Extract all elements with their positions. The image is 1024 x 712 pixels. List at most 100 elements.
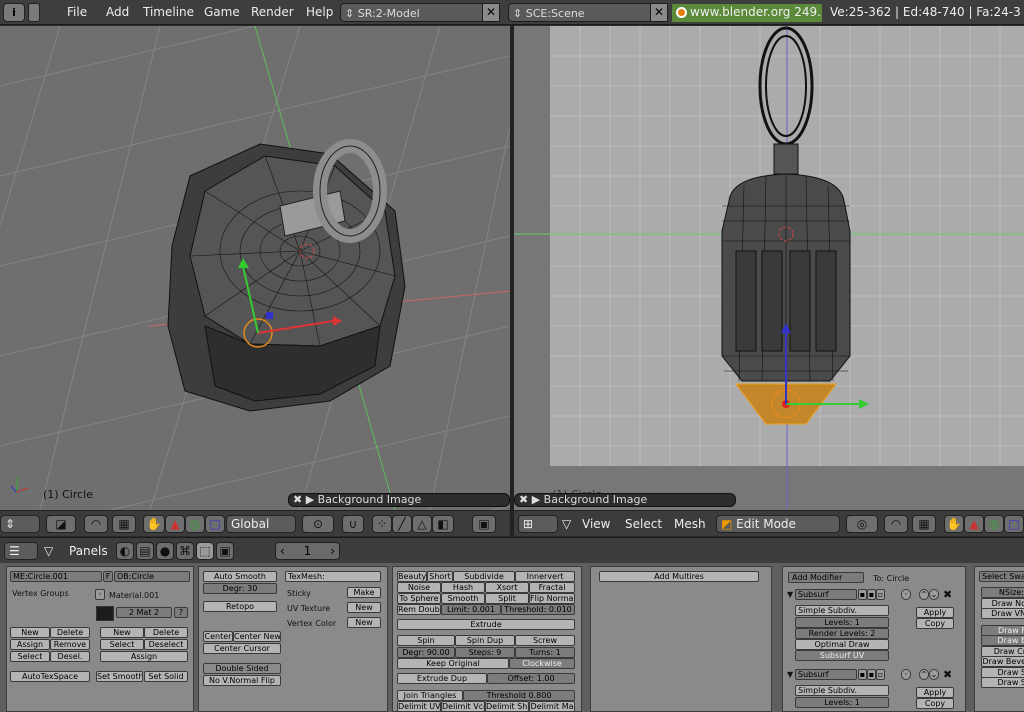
modifier1-name-field[interactable]: Subsurf — [795, 589, 857, 600]
modifier1-render-icon[interactable]: ▪ — [858, 589, 867, 600]
set-solid-button[interactable]: Set Solid — [144, 671, 188, 682]
proportional-edit-icon-2[interactable]: ◠ — [884, 515, 908, 533]
close-scene-icon[interactable]: ✕ — [650, 3, 668, 22]
modifier2-levels-field[interactable]: Levels: 1 — [795, 697, 889, 708]
center-cursor-button[interactable]: Center Cursor — [203, 643, 281, 654]
tool-flip-normal[interactable]: Flip Normal — [529, 593, 575, 604]
retopo-button[interactable]: Retopo — [203, 601, 277, 612]
extrude-dup-button[interactable]: Extrude Dup — [397, 673, 487, 684]
mat-deselect-button[interactable]: Deselect — [144, 639, 188, 650]
right-editor-type-select[interactable]: ⊞ — [518, 515, 558, 533]
add-modifier-menu[interactable]: Add Modifier — [788, 572, 864, 583]
draw-type-icon[interactable]: ◎ — [846, 515, 878, 533]
fake-user-button[interactable]: F — [103, 571, 113, 582]
menu-view[interactable]: View — [582, 517, 610, 531]
modifier1-up-icon[interactable]: ⌃ — [919, 589, 929, 600]
tool-hash[interactable]: Hash — [441, 582, 485, 593]
mat-select-button[interactable]: Select — [100, 639, 144, 650]
modifier1-optimal-draw-toggle[interactable]: Optimal Draw — [795, 639, 889, 650]
left-editor-type-select[interactable]: ⇕ — [0, 515, 40, 533]
screw-turns-field[interactable]: Turns: 1 — [515, 647, 575, 658]
object-name-field[interactable]: OB:Circle — [114, 571, 190, 582]
tool-fractal[interactable]: Fractal — [529, 582, 575, 593]
mesh-name-field[interactable]: ME:Circle.001 — [10, 571, 102, 582]
vgroup-assign-button[interactable]: Assign — [10, 639, 50, 650]
occlude-icon[interactable]: ◧ — [432, 515, 454, 533]
hand-manipulator-icon[interactable]: ✋ — [143, 515, 165, 533]
threshold-field[interactable]: Threshold: 0.010 — [501, 604, 575, 615]
no-vnormal-flip-toggle[interactable]: No V.Normal Flip — [203, 675, 281, 686]
tool-subdivide[interactable]: Subdivide — [453, 571, 515, 582]
extrude-button[interactable]: Extrude — [397, 619, 575, 630]
frame-prev-icon[interactable]: ‹ — [280, 544, 285, 558]
modifier1-levels-field[interactable]: Levels: 1 — [795, 617, 889, 628]
modifier1-copy-button[interactable]: Copy — [916, 618, 954, 629]
material-color-swatch[interactable] — [96, 606, 114, 621]
modifier2-editmode-icon[interactable]: ▫ — [876, 669, 885, 680]
shading-context-icon[interactable]: ● — [156, 542, 174, 560]
join-triangles-button[interactable]: Join Triangles — [397, 690, 463, 701]
clockwise-toggle[interactable]: Clockwise — [509, 658, 575, 669]
vgroup-select-button[interactable]: Select — [10, 651, 50, 662]
menu-render[interactable]: Render — [251, 5, 294, 19]
screen-selector[interactable]: ⇕ SR:2-Model — [340, 3, 485, 22]
spin-steps-field[interactable]: Steps: 9 — [455, 647, 515, 658]
snap-icon[interactable]: ∪ — [342, 515, 364, 533]
menu-file[interactable]: File — [67, 5, 87, 19]
menu-timeline[interactable]: Timeline — [143, 5, 194, 19]
collapse-menu-icon[interactable] — [28, 3, 40, 22]
join-threshold-field[interactable]: Threshold 0.800 — [463, 690, 575, 701]
menu-add[interactable]: Add — [106, 5, 129, 19]
render-preview-icon[interactable]: ▣ — [472, 515, 496, 533]
menu-help[interactable]: Help — [306, 5, 333, 19]
tool-smooth[interactable]: Smooth — [441, 593, 485, 604]
tool-xsort[interactable]: Xsort — [485, 582, 529, 593]
right-background-image-panel[interactable]: ✖ ▶ Background Image — [514, 493, 736, 507]
material-index-field[interactable]: 2 Mat 2 — [116, 607, 172, 618]
collapse-arrow-icon[interactable]: ▽ — [562, 517, 571, 531]
tool-to-sphere[interactable]: To Sphere — [397, 593, 441, 604]
frame-number-field[interactable]: ‹ 1 › — [275, 542, 340, 560]
scale-icon-2[interactable]: □ — [1004, 515, 1024, 533]
close-bgimage-icon[interactable]: ✖ ▶ — [293, 493, 318, 506]
texmesh-field[interactable]: TexMesh: — [285, 571, 381, 582]
proportional-edit-icon[interactable]: ◠ — [84, 515, 108, 533]
vertex-select-icon[interactable]: ⁘ — [372, 515, 392, 533]
vgroup-desel-button[interactable]: Desel. — [50, 651, 90, 662]
material-help-button[interactable]: ? — [174, 607, 188, 618]
uv-texture-new-button[interactable]: New — [347, 602, 381, 613]
menu-game[interactable]: Game — [204, 5, 240, 19]
modifier2-cage-icon[interactable]: ◦ — [901, 669, 911, 680]
layers-icon[interactable]: ▦ — [112, 515, 136, 533]
menu-mesh[interactable]: Mesh — [674, 517, 706, 531]
tool-split[interactable]: Split — [485, 593, 529, 604]
center-new-button[interactable]: Center New — [233, 631, 281, 642]
scale-icon[interactable]: □ — [205, 515, 225, 533]
logic-context-icon[interactable]: ◐ — [116, 542, 134, 560]
mat-delete-button[interactable]: Delete — [144, 627, 188, 638]
modifier1-display-icon[interactable]: ▪ — [867, 589, 876, 600]
modifier2-display-icon[interactable]: ▪ — [867, 669, 876, 680]
vgroup-delete-button[interactable]: Delete — [50, 627, 90, 638]
delimit-vco-toggle[interactable]: Delimit Vco — [441, 701, 485, 712]
script-context-icon[interactable]: ▤ — [136, 542, 154, 560]
keep-original-toggle[interactable]: Keep Original — [397, 658, 509, 669]
delimit-mat-toggle[interactable]: Delimit Ma — [529, 701, 575, 712]
tool-noise[interactable]: Noise — [397, 582, 441, 593]
editing-context-icon[interactable]: ⬚ — [196, 542, 214, 560]
draw-edges-toggle[interactable]: Draw E — [981, 635, 1024, 646]
buttons-collapse-icon[interactable]: ▽ — [44, 544, 53, 558]
modifier1-editmode-icon[interactable]: ▫ — [876, 589, 885, 600]
draw-sharp-toggle[interactable]: Draw S — [981, 677, 1024, 688]
material-browse-icon[interactable]: ◦ — [95, 589, 105, 600]
layers-icon-2[interactable]: ▦ — [912, 515, 936, 533]
left-background-image-panel[interactable]: ✖ ▶ Background Image — [288, 493, 510, 507]
panels-label[interactable]: Panels — [69, 544, 108, 558]
modifier2-type-select[interactable]: Simple Subdiv. — [795, 685, 889, 696]
menu-select[interactable]: Select — [625, 517, 662, 531]
rem-doubles-button[interactable]: Rem Doubl — [397, 604, 441, 615]
tool-beauty[interactable]: Beauty — [397, 571, 427, 582]
normal-size-field[interactable]: NSize: — [981, 587, 1024, 598]
translate-icon[interactable]: ▲ — [165, 515, 185, 533]
scene-context-icon[interactable]: ▣ — [216, 542, 234, 560]
